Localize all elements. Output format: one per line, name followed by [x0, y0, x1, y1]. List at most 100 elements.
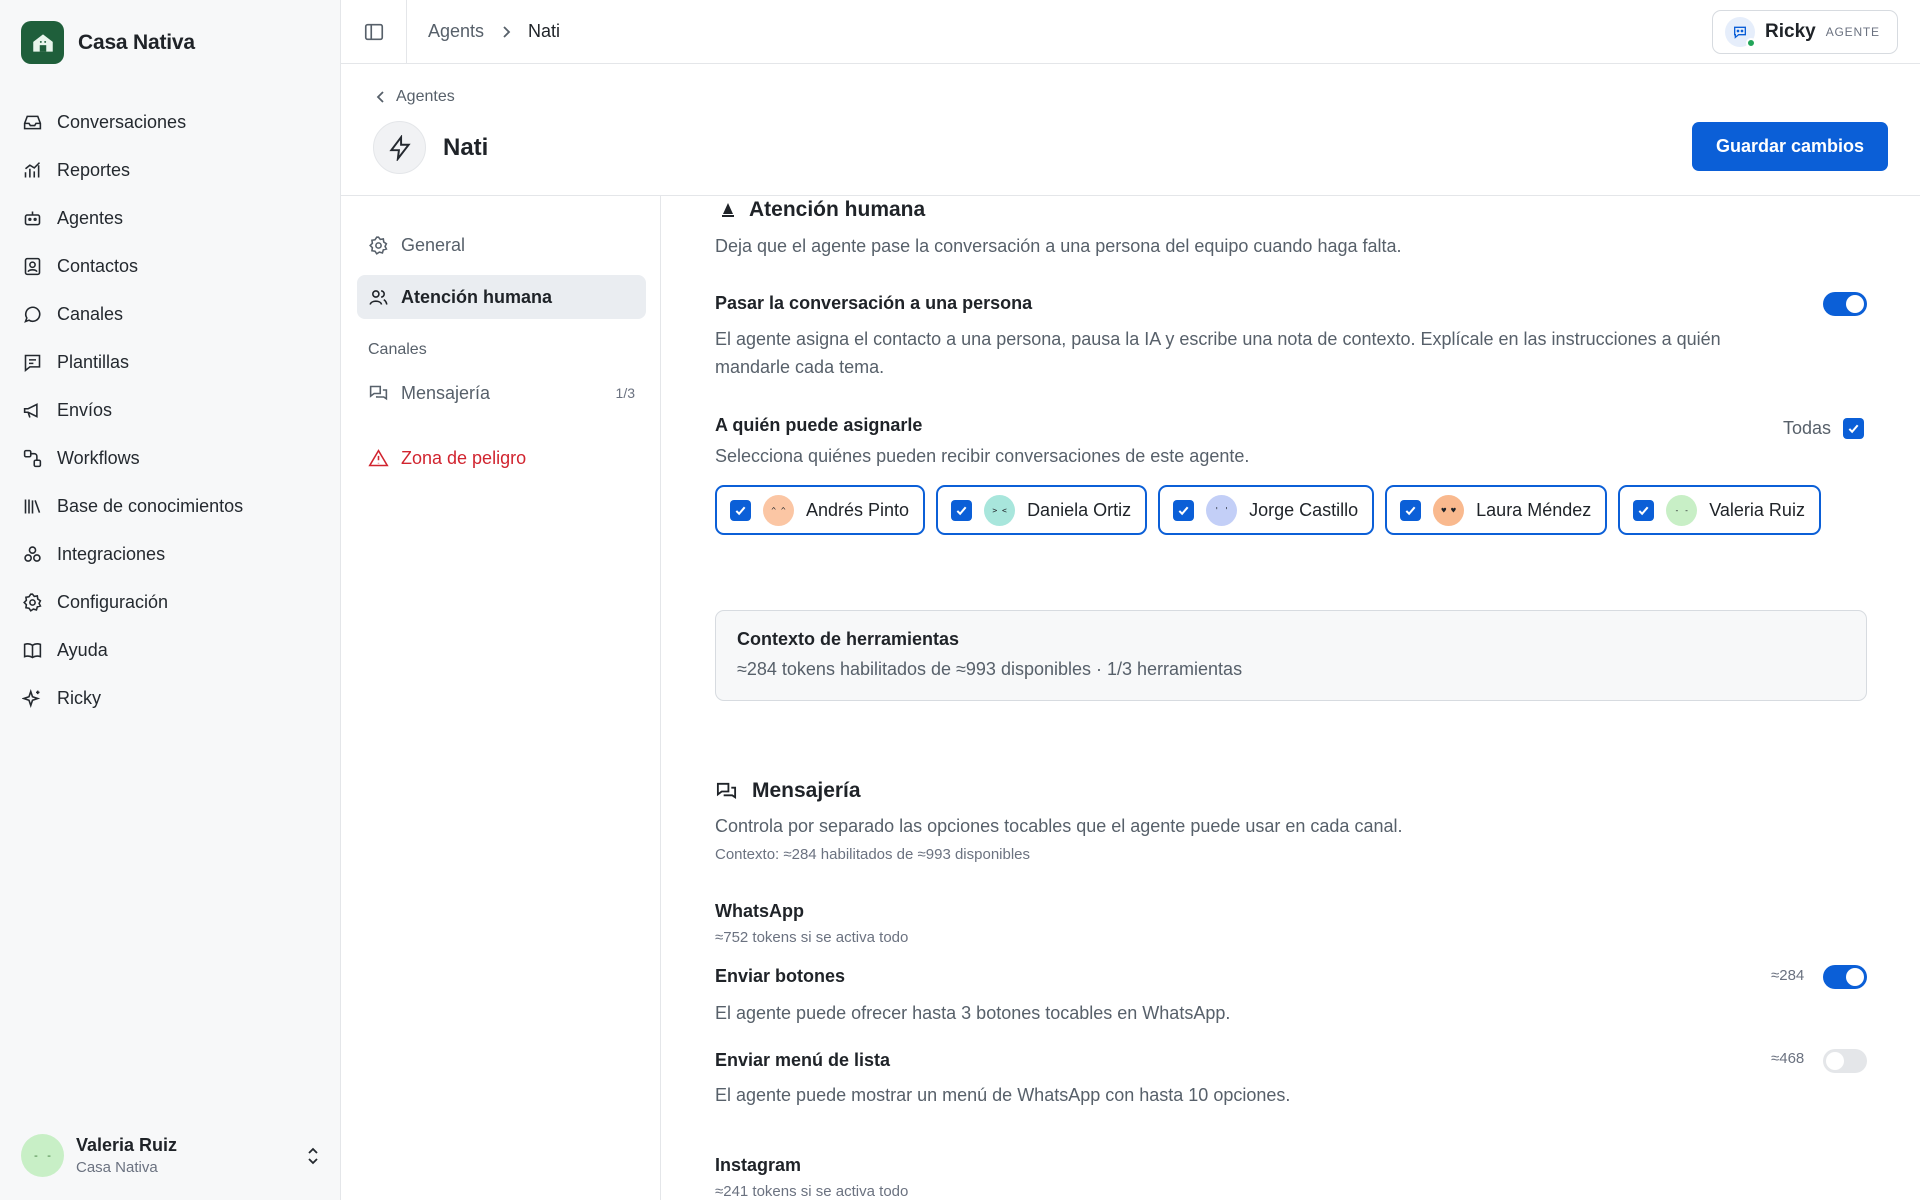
- section-description: Deja que el agente pase la conversación …: [715, 236, 1402, 256]
- breadcrumb-agents[interactable]: Agents: [428, 21, 484, 42]
- agent-chip[interactable]: Ricky AGENTE: [1712, 10, 1898, 54]
- nav-item-ricky[interactable]: Ricky: [12, 674, 328, 722]
- nav-item-workflows[interactable]: Workflows: [12, 434, 328, 482]
- select-all[interactable]: Todas: [1783, 414, 1865, 442]
- back-to-agents-link[interactable]: Agentes: [376, 88, 455, 106]
- megaphone-icon: [23, 402, 38, 418]
- chip-role: AGENTE: [1825, 25, 1880, 39]
- nav-item-contactos[interactable]: Contactos: [12, 242, 328, 290]
- section-title-human: Atención humana: [721, 198, 925, 222]
- nav-label: Agentes: [57, 207, 124, 228]
- tab-atencion-humana[interactable]: Atención humana: [357, 275, 646, 319]
- assignee-name: Laura Méndez: [1476, 499, 1592, 520]
- assignee-checkbox[interactable]: [730, 499, 751, 521]
- main-nav: Conversaciones Reportes Agentes Contacto…: [12, 98, 328, 722]
- nav-item-reportes[interactable]: Reportes: [12, 146, 328, 194]
- sidebar: Casa Nativa Conversaciones Reportes Agen…: [0, 0, 341, 1200]
- check-icon: [956, 506, 967, 515]
- channel-name-whatsapp: WhatsApp: [715, 901, 804, 921]
- assignee-name: Jorge Castillo: [1249, 499, 1359, 520]
- nav-item-base-de-conocimientos[interactable]: Base de conocimientos: [12, 482, 328, 530]
- tab-zona-de-peligro[interactable]: Zona de peligro: [357, 436, 646, 480]
- assignee-chip[interactable]: ♥ ♥ Laura Méndez: [1385, 485, 1608, 535]
- nav-label: Envíos: [57, 399, 113, 420]
- assignee-chip[interactable]: ' ' Jorge Castillo: [1158, 485, 1375, 535]
- nav-label: Base de conocimientos: [57, 495, 244, 516]
- buttons-token-count: ≈284: [1771, 967, 1805, 984]
- buttons-option-label: Enviar botones: [715, 966, 846, 986]
- assign-label: A quién puede asignarle: [715, 415, 923, 435]
- tab-label: General: [401, 234, 466, 255]
- assignee-name: Daniela Ortiz: [1027, 499, 1132, 520]
- settings-nav: General Atención humana Canales Mensajer…: [341, 196, 661, 1200]
- tools-card-description: ≈284 tokens habilitados de ≈993 disponib…: [737, 659, 1243, 679]
- nav-label: Plantillas: [57, 351, 130, 372]
- template-icon: [24, 354, 41, 372]
- chat-icon: [24, 305, 41, 323]
- toggle-knob: [1846, 295, 1864, 313]
- assignee-chip[interactable]: > < Daniela Ortiz: [936, 485, 1148, 535]
- assignee-checkbox[interactable]: [951, 499, 973, 521]
- nav-label: Ricky: [57, 687, 101, 708]
- gear-icon: [23, 592, 42, 612]
- messaging-description: Controla por separado las opciones tocab…: [715, 816, 1403, 836]
- nav-item-integraciones[interactable]: Integraciones: [12, 530, 328, 578]
- user-info: Valeria Ruiz Casa Nativa: [76, 1135, 177, 1176]
- section-title-text: Atención humana: [749, 198, 926, 221]
- sidebar-toggle-button[interactable]: [341, 0, 407, 64]
- save-changes-button[interactable]: Guardar cambios: [1692, 122, 1888, 171]
- chevron-up-down-icon: [308, 1147, 318, 1164]
- nav-item-ayuda[interactable]: Ayuda: [12, 626, 328, 674]
- assign-description: Selecciona quiénes pueden recibir conver…: [715, 446, 1250, 466]
- assignee-checkbox[interactable]: [1173, 499, 1195, 521]
- assignee-chip[interactable]: ^ ^ Andrés Pinto: [715, 485, 926, 535]
- library-icon: [24, 499, 41, 513]
- check-icon: [1405, 506, 1416, 515]
- handoff-desc-line-1: El agente asigna el contacto a una perso…: [715, 329, 1721, 349]
- avatar: ♥ ♥: [1433, 494, 1465, 526]
- warning-icon: [368, 448, 389, 466]
- avatar: - -: [1666, 494, 1698, 526]
- nav-item-plantillas[interactable]: Plantillas: [12, 338, 328, 386]
- list-toggle[interactable]: [1823, 1049, 1867, 1073]
- check-icon: [1178, 506, 1189, 515]
- section-title-text: Mensajería: [752, 779, 861, 802]
- nav-label: Canales: [57, 303, 124, 324]
- settings-content: Atención humana Deja que el agente pase …: [661, 196, 1920, 1200]
- chart-icon: [24, 161, 41, 177]
- tab-label: Zona de peligro: [401, 447, 527, 468]
- messages-icon: [369, 385, 388, 400]
- user-org: Casa Nativa: [76, 1159, 158, 1176]
- bot-chat-icon: [1725, 17, 1756, 48]
- nav-item-agentes[interactable]: Agentes: [12, 194, 328, 242]
- bot-icon: [24, 211, 41, 225]
- lightning-icon: [373, 121, 426, 174]
- messages-icon: [716, 782, 737, 799]
- assignee-chip[interactable]: - - Valeria Ruiz: [1618, 485, 1821, 535]
- buttons-toggle[interactable]: [1823, 965, 1867, 989]
- messaging-context: Contexto: ≈284 habilitados de ≈993 dispo…: [715, 846, 1031, 863]
- select-all-checkbox[interactable]: [1843, 417, 1865, 439]
- tab-general[interactable]: General: [357, 223, 646, 267]
- handoff-toggle[interactable]: [1823, 292, 1867, 316]
- breadcrumb: Agents Nati: [428, 21, 560, 42]
- sparkles-icon: [22, 688, 41, 708]
- assignee-checkbox[interactable]: [1400, 499, 1422, 521]
- tab-mensajeria[interactable]: Mensajería 1/3: [357, 371, 646, 415]
- list-option-label: Enviar menú de lista: [715, 1050, 891, 1070]
- brand-name: Casa Nativa: [78, 30, 195, 54]
- nav-label: Reportes: [57, 159, 131, 180]
- user-name: Valeria Ruiz: [76, 1135, 178, 1155]
- users-icon: [369, 289, 388, 305]
- nav-item-envios[interactable]: Envíos: [12, 386, 328, 434]
- assignee-list: ^ ^ Andrés Pinto > < Daniela Ortiz ' ' J…: [715, 485, 1821, 535]
- nav-item-canales[interactable]: Canales: [12, 290, 328, 338]
- nav-label: Contactos: [57, 255, 139, 276]
- user-menu[interactable]: - - Valeria Ruiz Casa Nativa: [21, 1134, 321, 1177]
- avatar: ' ': [1206, 494, 1238, 526]
- handoff-label: Pasar la conversación a una persona: [715, 293, 1033, 313]
- nav-item-conversaciones[interactable]: Conversaciones: [12, 98, 328, 146]
- assignee-checkbox[interactable]: [1633, 499, 1655, 521]
- nav-item-configuracion[interactable]: Configuración: [12, 578, 328, 626]
- brand[interactable]: Casa Nativa: [21, 21, 195, 64]
